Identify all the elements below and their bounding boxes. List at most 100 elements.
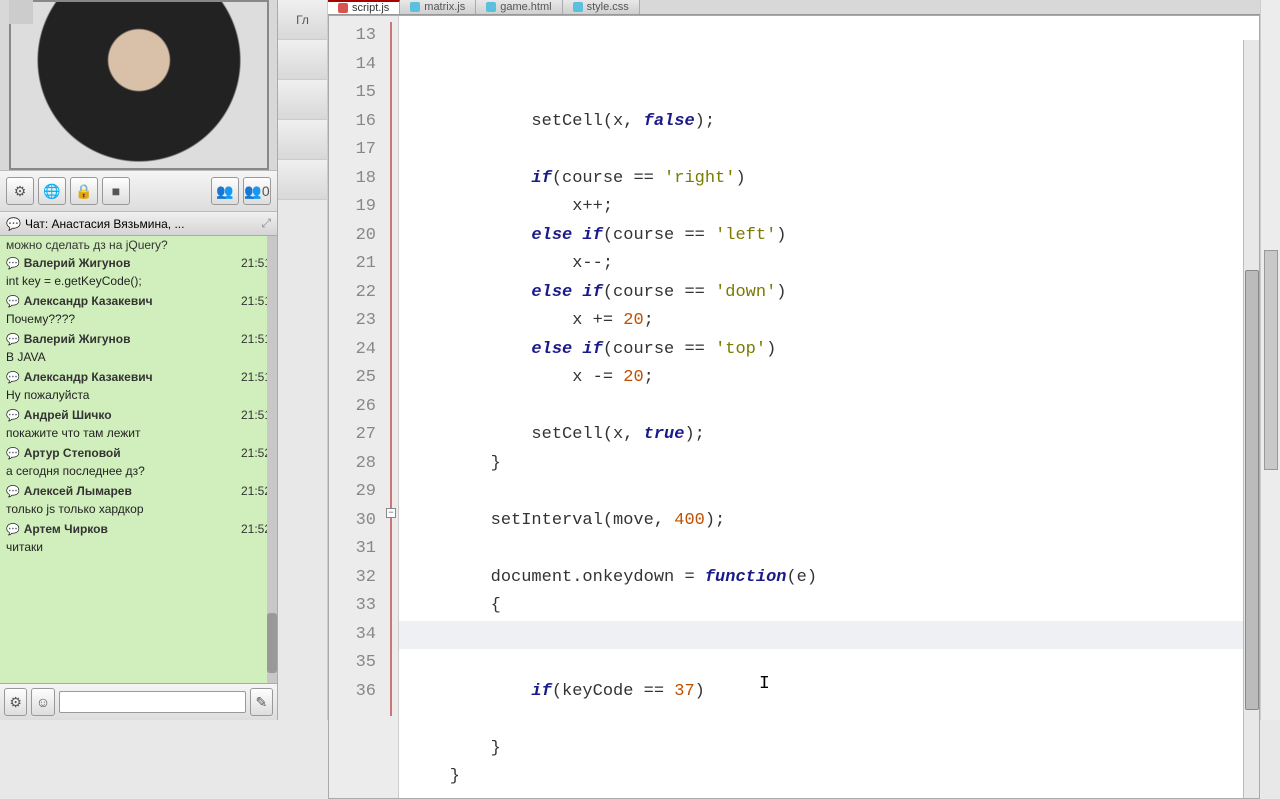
file-tab[interactable]: style.css <box>563 0 640 14</box>
side-panel-item[interactable] <box>278 160 327 200</box>
chat-message-text: только js только хардкор <box>0 500 277 520</box>
code-line[interactable]: else if(course == 'left') <box>409 222 1259 251</box>
code-line[interactable]: if(keyCode == 37) <box>409 678 1259 707</box>
code-content[interactable]: I setCell(x, false); if(course == 'right… <box>399 16 1259 798</box>
line-number: 29 <box>335 478 376 507</box>
bubble-icon: 💬 <box>6 257 20 270</box>
file-icon <box>410 2 420 12</box>
code-line[interactable]: if(course == 'right') <box>409 165 1259 194</box>
chat-author: Алексей Лымарев <box>24 484 237 498</box>
side-panel-tab[interactable]: Гл <box>278 0 327 40</box>
code-line[interactable]: } <box>409 450 1259 479</box>
chat-scrollbar-thumb[interactable] <box>267 613 277 673</box>
chat-input-bar: ⚙ ☺ ✎ <box>0 683 277 720</box>
chat-settings-button[interactable]: ⚙ <box>4 688 27 716</box>
side-panel-item[interactable] <box>278 120 327 160</box>
code-line[interactable] <box>409 535 1259 564</box>
side-panel-item[interactable] <box>278 40 327 80</box>
chat-header[interactable]: 💬 Чат: Анастасия Вязьмина, ... ⤢ <box>0 212 277 236</box>
editor-scrollbar[interactable] <box>1243 40 1259 798</box>
webcam-toolbar: ⚙ 🌐 🔒 ■ 👥 👥 0 <box>0 170 277 212</box>
file-tab[interactable]: matrix.js <box>400 0 476 14</box>
code-line[interactable]: x -= 20; <box>409 364 1259 393</box>
chat-message-text: Почему???? <box>0 310 277 330</box>
chat-message-text: int key = e.getKeyCode(); <box>0 272 277 292</box>
chat-messages[interactable]: можно сделать дз на jQuery? 💬Валерий Жиг… <box>0 236 277 683</box>
code-line[interactable]: { <box>409 592 1259 621</box>
chat-scrollbar[interactable] <box>267 236 277 683</box>
outer-scrollbar-thumb[interactable] <box>1264 250 1278 470</box>
code-line[interactable] <box>409 649 1259 678</box>
bubble-icon: 💬 <box>6 295 20 308</box>
line-number: 13 <box>335 22 376 51</box>
stop-button[interactable]: ■ <box>102 177 130 205</box>
tab-label: style.css <box>587 1 629 13</box>
code-line[interactable]: x += 20; <box>409 307 1259 336</box>
share-button[interactable]: 🌐 <box>38 177 66 205</box>
line-number: 19 <box>335 193 376 222</box>
chat-message-text: покажите что там лежит <box>0 424 277 444</box>
code-line[interactable]: } <box>409 735 1259 764</box>
line-number: 36 <box>335 678 376 707</box>
chat-message: 💬Артур Степовой21:52 <box>0 444 277 462</box>
chat-author: Артем Чирков <box>24 522 237 536</box>
file-tab[interactable]: game.html <box>476 0 562 14</box>
code-line[interactable] <box>409 706 1259 735</box>
chat-message: 💬Андрей Шичко21:51 <box>0 406 277 424</box>
bubble-icon: 💬 <box>6 523 20 536</box>
line-number: 15 <box>335 79 376 108</box>
line-number: 31 <box>335 535 376 564</box>
expand-icon[interactable]: ⤢ <box>261 216 271 231</box>
code-line[interactable]: else if(course == 'down') <box>409 279 1259 308</box>
editor-tabs: script.js matrix.js game.html style.css <box>328 0 1280 15</box>
bubble-icon: 💬 <box>6 371 20 384</box>
line-number: 17 <box>335 136 376 165</box>
line-number: 14 <box>335 51 376 80</box>
raised-hands-button[interactable]: 👥 0 <box>243 177 271 205</box>
chat-input[interactable] <box>59 691 246 713</box>
side-panel-item[interactable] <box>278 80 327 120</box>
line-number: 25 <box>335 364 376 393</box>
fold-toggle[interactable]: − <box>386 508 396 518</box>
tab-label: game.html <box>500 1 551 13</box>
editor-scrollbar-thumb[interactable] <box>1245 270 1259 710</box>
file-icon <box>338 3 348 13</box>
chat-author: Александр Казакевич <box>24 370 237 384</box>
code-line[interactable]: else if(course == 'top') <box>409 336 1259 365</box>
line-number: 18 <box>335 165 376 194</box>
line-number: 28 <box>335 450 376 479</box>
file-icon <box>486 2 496 12</box>
side-panel-strip: Гл <box>278 0 328 720</box>
settings-button[interactable]: ⚙ <box>6 177 34 205</box>
code-line[interactable]: setCell(x, false); <box>409 108 1259 137</box>
chat-message: 💬Валерий Жигунов21:51 <box>0 330 277 348</box>
lock-button[interactable]: 🔒 <box>70 177 98 205</box>
chat-author: Александр Казакевич <box>24 294 237 308</box>
webcam-panel <box>9 0 269 170</box>
participants-button[interactable]: 👥 <box>211 177 239 205</box>
code-line[interactable] <box>409 136 1259 165</box>
code-line[interactable] <box>409 393 1259 422</box>
chat-message: 💬Александр Казакевич21:51 <box>0 368 277 386</box>
code-line[interactable]: setInterval(move, 400); <box>409 507 1259 536</box>
tab-label: matrix.js <box>424 1 465 13</box>
webcam-feed <box>11 2 267 168</box>
emoji-button[interactable]: ☺ <box>31 688 54 716</box>
code-line[interactable]: x++; <box>409 193 1259 222</box>
bubble-icon: 💬 <box>6 409 20 422</box>
chat-author: Валерий Жигунов <box>24 256 237 270</box>
chat-message: 💬Алексей Лымарев21:52 <box>0 482 277 500</box>
code-line[interactable]: setCell(x, true); <box>409 421 1259 450</box>
bubble-icon: 💬 <box>6 447 20 460</box>
app-root: ⚙ 🌐 🔒 ■ 👥 👥 0 💬 Чат: Анастасия Вязьмина,… <box>0 0 1280 720</box>
file-tab[interactable]: script.js <box>328 0 400 14</box>
code-line[interactable]: } <box>409 763 1259 792</box>
code-line[interactable] <box>409 478 1259 507</box>
code-line[interactable]: x--; <box>409 250 1259 279</box>
code-line[interactable]: document.onkeydown = function(e) <box>409 564 1259 593</box>
code-area[interactable]: − 13141516171819202122232425262728293031… <box>328 15 1260 799</box>
chat-icon: 💬 <box>6 217 21 231</box>
outer-scrollbar[interactable] <box>1260 0 1280 720</box>
bubble-icon: 💬 <box>6 333 20 346</box>
send-button[interactable]: ✎ <box>250 688 273 716</box>
